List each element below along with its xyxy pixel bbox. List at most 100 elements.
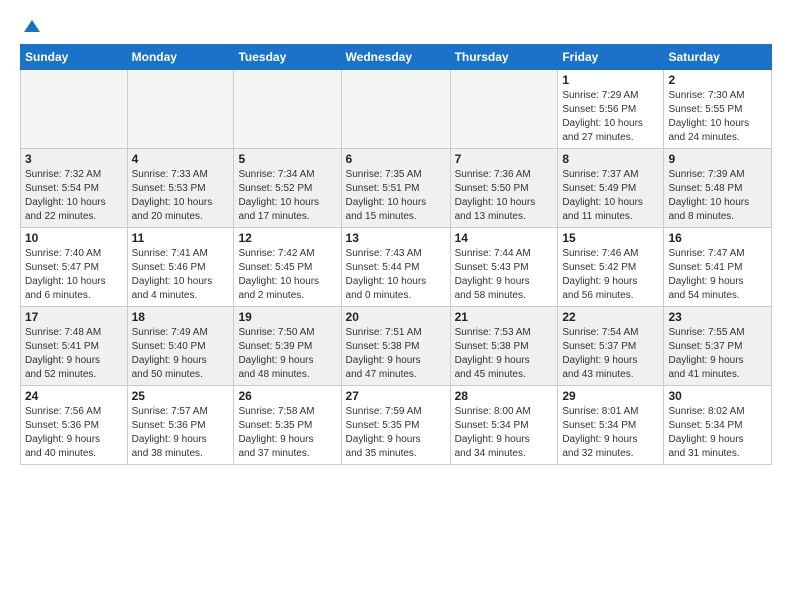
day-info: Sunrise: 7:44 AM Sunset: 5:43 PM Dayligh… (455, 247, 554, 303)
calendar-day-cell: 3 Sunrise: 7:32 AM Sunset: 5:54 PM Daylig… (21, 149, 128, 228)
day-info: Sunrise: 7:34 AM Sunset: 5:52 PM Dayligh… (238, 168, 336, 224)
day-number: 2 (668, 73, 767, 87)
day-number: 22 (562, 310, 659, 324)
day-info: Sunrise: 7:49 AM Sunset: 5:40 PM Dayligh… (132, 326, 230, 382)
day-number: 18 (132, 310, 230, 324)
calendar-day-cell: 28 Sunrise: 8:00 AM Sunset: 5:34 PM Dayli… (450, 386, 558, 465)
day-number: 14 (455, 231, 554, 245)
day-info: Sunrise: 7:48 AM Sunset: 5:41 PM Dayligh… (25, 326, 123, 382)
day-info: Sunrise: 7:35 AM Sunset: 5:51 PM Dayligh… (346, 168, 446, 224)
day-number: 12 (238, 231, 336, 245)
day-info: Sunrise: 7:39 AM Sunset: 5:48 PM Dayligh… (668, 168, 767, 224)
calendar-day-cell: 17 Sunrise: 7:48 AM Sunset: 5:41 PM Dayli… (21, 307, 128, 386)
calendar-day-cell (341, 70, 450, 149)
day-number: 15 (562, 231, 659, 245)
day-number: 16 (668, 231, 767, 245)
day-number: 4 (132, 152, 230, 166)
calendar-day-cell: 24 Sunrise: 7:56 AM Sunset: 5:36 PM Dayli… (21, 386, 128, 465)
calendar-week-row: 1 Sunrise: 7:29 AM Sunset: 5:56 PM Daylig… (21, 70, 772, 149)
day-info: Sunrise: 8:01 AM Sunset: 5:34 PM Dayligh… (562, 405, 659, 461)
calendar-day-cell: 19 Sunrise: 7:50 AM Sunset: 5:39 PM Dayli… (234, 307, 341, 386)
calendar-table: SundayMondayTuesdayWednesdayThursdayFrid… (20, 44, 772, 465)
day-info: Sunrise: 7:30 AM Sunset: 5:55 PM Dayligh… (668, 89, 767, 145)
weekday-header: Friday (558, 45, 664, 70)
day-info: Sunrise: 7:42 AM Sunset: 5:45 PM Dayligh… (238, 247, 336, 303)
calendar-day-cell: 5 Sunrise: 7:34 AM Sunset: 5:52 PM Daylig… (234, 149, 341, 228)
day-info: Sunrise: 7:37 AM Sunset: 5:49 PM Dayligh… (562, 168, 659, 224)
calendar-day-cell: 10Sunrise: 7:40 AM Sunset: 5:47 PM Dayli… (21, 228, 128, 307)
day-number: 8 (562, 152, 659, 166)
weekday-header: Saturday (664, 45, 772, 70)
day-info: Sunrise: 7:56 AM Sunset: 5:36 PM Dayligh… (25, 405, 123, 461)
day-info: Sunrise: 7:59 AM Sunset: 5:35 PM Dayligh… (346, 405, 446, 461)
day-info: Sunrise: 7:47 AM Sunset: 5:41 PM Dayligh… (668, 247, 767, 303)
page: SundayMondayTuesdayWednesdayThursdayFrid… (0, 0, 792, 481)
weekday-header: Sunday (21, 45, 128, 70)
day-number: 11 (132, 231, 230, 245)
day-number: 25 (132, 389, 230, 403)
day-info: Sunrise: 7:36 AM Sunset: 5:50 PM Dayligh… (455, 168, 554, 224)
calendar-day-cell (21, 70, 128, 149)
day-number: 17 (25, 310, 123, 324)
day-number: 23 (668, 310, 767, 324)
day-info: Sunrise: 7:50 AM Sunset: 5:39 PM Dayligh… (238, 326, 336, 382)
calendar-day-cell: 4Sunrise: 7:33 AM Sunset: 5:53 PM Daylig… (127, 149, 234, 228)
day-number: 26 (238, 389, 336, 403)
calendar-day-cell (234, 70, 341, 149)
calendar-day-cell (450, 70, 558, 149)
day-number: 5 (238, 152, 336, 166)
calendar-day-cell: 2 Sunrise: 7:30 AM Sunset: 5:55 PM Daylig… (664, 70, 772, 149)
weekday-header: Thursday (450, 45, 558, 70)
day-number: 9 (668, 152, 767, 166)
calendar-day-cell: 23 Sunrise: 7:55 AM Sunset: 5:37 PM Dayli… (664, 307, 772, 386)
day-info: Sunrise: 7:55 AM Sunset: 5:37 PM Dayligh… (668, 326, 767, 382)
day-number: 20 (346, 310, 446, 324)
calendar-day-cell: 6 Sunrise: 7:35 AM Sunset: 5:51 PM Daylig… (341, 149, 450, 228)
day-info: Sunrise: 8:02 AM Sunset: 5:34 PM Dayligh… (668, 405, 767, 461)
calendar-day-cell: 1 Sunrise: 7:29 AM Sunset: 5:56 PM Daylig… (558, 70, 664, 149)
calendar-day-cell: 7 Sunrise: 7:36 AM Sunset: 5:50 PM Daylig… (450, 149, 558, 228)
day-info: Sunrise: 7:51 AM Sunset: 5:38 PM Dayligh… (346, 326, 446, 382)
logo (20, 20, 42, 36)
day-info: Sunrise: 7:54 AM Sunset: 5:37 PM Dayligh… (562, 326, 659, 382)
calendar-day-cell: 26 Sunrise: 7:58 AM Sunset: 5:35 PM Dayli… (234, 386, 341, 465)
day-info: Sunrise: 7:46 AM Sunset: 5:42 PM Dayligh… (562, 247, 659, 303)
calendar-day-cell: 18 Sunrise: 7:49 AM Sunset: 5:40 PM Dayli… (127, 307, 234, 386)
calendar-day-cell: 20 Sunrise: 7:51 AM Sunset: 5:38 PM Dayli… (341, 307, 450, 386)
day-info: Sunrise: 7:40 AM Sunset: 5:47 PM Dayligh… (25, 247, 123, 303)
day-info: Sunrise: 8:00 AM Sunset: 5:34 PM Dayligh… (455, 405, 554, 461)
day-number: 21 (455, 310, 554, 324)
day-info: Sunrise: 7:32 AM Sunset: 5:54 PM Dayligh… (25, 168, 123, 224)
calendar-day-cell: 25 Sunrise: 7:57 AM Sunset: 5:36 PM Dayli… (127, 386, 234, 465)
calendar-day-cell (127, 70, 234, 149)
day-number: 19 (238, 310, 336, 324)
calendar-day-cell: 15 Sunrise: 7:46 AM Sunset: 5:42 PM Dayli… (558, 228, 664, 307)
day-info: Sunrise: 7:29 AM Sunset: 5:56 PM Dayligh… (562, 89, 659, 145)
calendar-day-cell: 29Sunrise: 8:01 AM Sunset: 5:34 PM Dayli… (558, 386, 664, 465)
day-info: Sunrise: 7:43 AM Sunset: 5:44 PM Dayligh… (346, 247, 446, 303)
weekday-header: Tuesday (234, 45, 341, 70)
day-number: 3 (25, 152, 123, 166)
day-number: 6 (346, 152, 446, 166)
logo-icon (22, 18, 42, 38)
calendar-day-cell: 14 Sunrise: 7:44 AM Sunset: 5:43 PM Dayli… (450, 228, 558, 307)
day-number: 24 (25, 389, 123, 403)
calendar-day-cell: 22 Sunrise: 7:54 AM Sunset: 5:37 PM Dayli… (558, 307, 664, 386)
calendar-week-row: 10Sunrise: 7:40 AM Sunset: 5:47 PM Dayli… (21, 228, 772, 307)
day-number: 1 (562, 73, 659, 87)
weekday-header: Wednesday (341, 45, 450, 70)
calendar-day-cell: 30Sunrise: 8:02 AM Sunset: 5:34 PM Dayli… (664, 386, 772, 465)
calendar-day-cell: 9 Sunrise: 7:39 AM Sunset: 5:48 PM Daylig… (664, 149, 772, 228)
calendar-day-cell: 12 Sunrise: 7:42 AM Sunset: 5:45 PM Dayli… (234, 228, 341, 307)
day-number: 27 (346, 389, 446, 403)
day-info: Sunrise: 7:58 AM Sunset: 5:35 PM Dayligh… (238, 405, 336, 461)
day-info: Sunrise: 7:53 AM Sunset: 5:38 PM Dayligh… (455, 326, 554, 382)
day-number: 7 (455, 152, 554, 166)
day-info: Sunrise: 7:57 AM Sunset: 5:36 PM Dayligh… (132, 405, 230, 461)
calendar-week-row: 24 Sunrise: 7:56 AM Sunset: 5:36 PM Dayli… (21, 386, 772, 465)
calendar-day-cell: 8 Sunrise: 7:37 AM Sunset: 5:49 PM Daylig… (558, 149, 664, 228)
day-info: Sunrise: 7:41 AM Sunset: 5:46 PM Dayligh… (132, 247, 230, 303)
header (20, 16, 772, 36)
day-number: 28 (455, 389, 554, 403)
calendar-day-cell: 21 Sunrise: 7:53 AM Sunset: 5:38 PM Dayli… (450, 307, 558, 386)
